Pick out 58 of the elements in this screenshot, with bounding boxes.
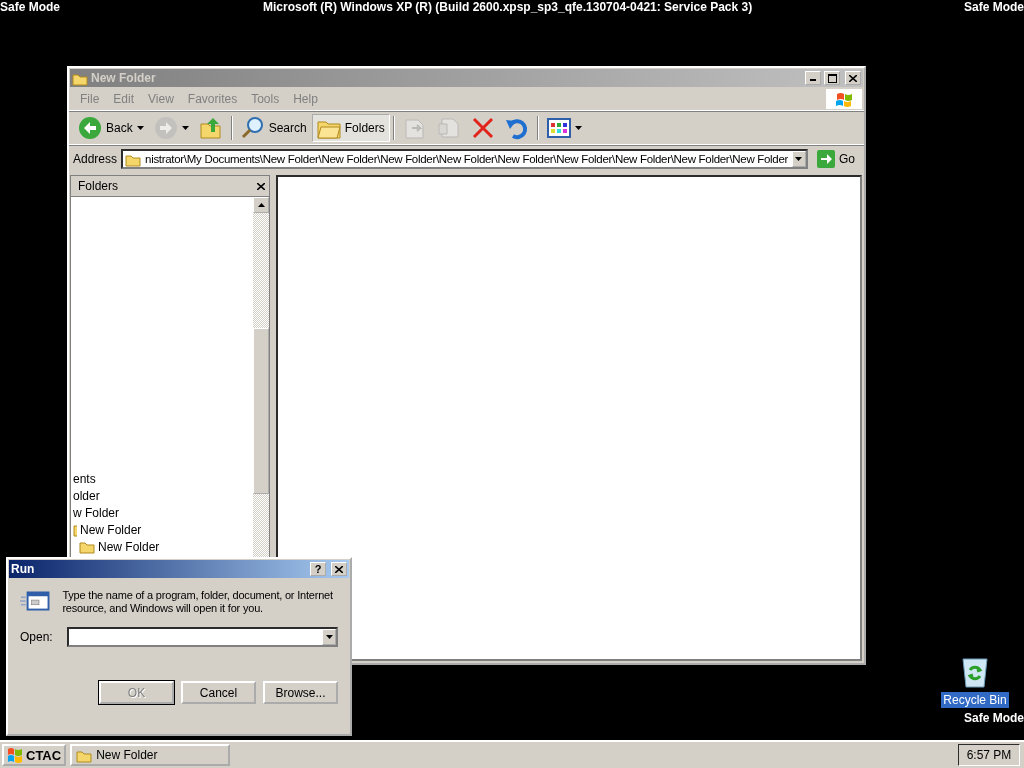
close-icon	[335, 565, 343, 573]
dialog-button[interactable]: Cancel	[181, 681, 256, 704]
go-button[interactable]: Go	[812, 145, 860, 173]
help-button[interactable]: ?	[310, 562, 326, 576]
safe-mode-text: Safe Mode	[964, 0, 1024, 14]
desktop-icon-label[interactable]: Recycle Bin	[941, 692, 1009, 708]
tree-item[interactable]: New Folder	[71, 538, 253, 555]
clock: 6:57 PM	[958, 744, 1020, 766]
delete-icon	[470, 116, 495, 140]
folder-icon	[73, 522, 77, 537]
views-icon	[546, 116, 571, 140]
copy-to-icon	[436, 116, 461, 140]
close-button[interactable]	[845, 71, 861, 85]
dropdown-caret-icon	[136, 126, 144, 130]
search-icon	[240, 116, 265, 140]
dialog-button[interactable]: Browse...	[263, 681, 338, 704]
open-combo-box[interactable]	[66, 627, 338, 647]
dropdown-button[interactable]	[792, 151, 806, 167]
maximize-icon	[827, 73, 837, 83]
pane-title: Folders	[78, 179, 118, 193]
move-to-icon	[402, 116, 427, 140]
maximize-button[interactable]	[824, 71, 840, 85]
safe-mode-text: Microsoft (R) Windows XP (R) (Build 2600.xpsp_sp3_qfe.130704-0421: Service Pack 3)	[263, 0, 753, 14]
run-program-icon	[20, 589, 51, 613]
flag-logo-icon	[7, 747, 23, 763]
tree-item[interactable]: ents	[71, 470, 253, 487]
minimize-button[interactable]	[805, 71, 821, 85]
back-arrow-button[interactable]: Back	[73, 114, 149, 142]
dropdown-caret-icon	[181, 126, 189, 130]
safe-mode-text: Safe Mode	[0, 0, 60, 14]
dropdown-caret-icon	[574, 126, 582, 130]
scroll-thumb[interactable]	[253, 328, 269, 494]
folders-button[interactable]: Folders	[311, 114, 390, 142]
scroll-up-icon[interactable]	[257, 203, 265, 207]
dropdown-caret-icon[interactable]	[325, 635, 333, 639]
search-button[interactable]: Search	[235, 114, 312, 142]
close-icon	[849, 74, 857, 82]
address-label: Address	[73, 152, 118, 166]
address-field[interactable]: nistrator\My Documents\New Folder\New Folder\New Folder\New Folder\New Folder\New Folder\New Folder\New Folder\New Folder	[121, 149, 808, 169]
start-button[interactable]: CTAC	[2, 744, 67, 766]
folder-up-icon	[198, 116, 223, 140]
close-button[interactable]	[331, 562, 347, 576]
recycle-bin-icon[interactable]	[960, 656, 990, 688]
flag-logo-icon	[835, 91, 853, 107]
folder-icon	[79, 539, 95, 554]
taskbar-button[interactable]: New Folder	[70, 744, 231, 766]
undo-icon	[504, 116, 529, 140]
window-title: New Folder	[91, 71, 157, 85]
instruction-text: Type the name of a program, folder, document, or Internet resource, and Windows will open it for you.	[62, 589, 334, 615]
tree-item[interactable]: older	[71, 487, 253, 504]
open-label: Open:	[20, 630, 53, 644]
window-title: Run	[11, 562, 36, 576]
close-icon[interactable]	[257, 182, 265, 190]
address-text: nistrator\My Documents\New Folder\New Folder\New Folder\New Folder\New Folder\New Folder\New Folder\New Folder\New Folder	[145, 153, 788, 165]
tree-item[interactable]: New Folder	[71, 521, 253, 538]
dropdown-caret-icon	[795, 157, 803, 161]
tree-item[interactable]: w Folder	[71, 504, 253, 521]
safe-mode-text: Safe Mode	[964, 711, 1024, 725]
